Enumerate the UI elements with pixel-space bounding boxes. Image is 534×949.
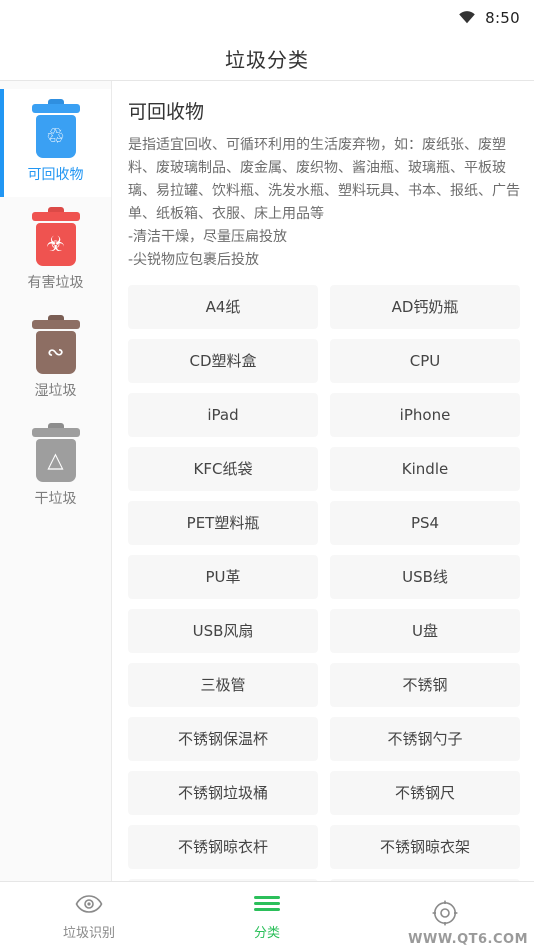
wet-waste-bin-icon: ∾ bbox=[28, 315, 84, 376]
list-item[interactable]: 不锈钢晾衣架 bbox=[330, 824, 520, 869]
status-bar: 8:50 bbox=[0, 0, 534, 36]
category-title: 可回收物 bbox=[128, 101, 205, 123]
category-description: 是指适宜回收、可循环利用的生活废弃物，如：废纸张、废塑料、废玻璃制品、废金属、废… bbox=[128, 137, 520, 269]
sidebar-item-label: 可回收物 bbox=[27, 167, 84, 183]
sidebar-item-label: 湿垃圾 bbox=[34, 383, 77, 399]
dry-waste-bin-icon: △ bbox=[28, 423, 84, 484]
hazard-bin-icon: ☣ bbox=[28, 207, 84, 268]
list-item[interactable]: 不锈钢保温杯 bbox=[128, 716, 318, 761]
sidebar-item-label: 有害垃圾 bbox=[27, 275, 84, 291]
list-item[interactable]: PU革 bbox=[128, 554, 318, 599]
page-title: 垃圾分类 bbox=[225, 47, 309, 72]
tab-garbage-recognition[interactable]: 垃圾识别 bbox=[0, 882, 178, 949]
list-item[interactable]: 不锈钢 bbox=[330, 662, 520, 707]
list-item[interactable]: PET塑料瓶 bbox=[128, 500, 318, 545]
list-item[interactable]: AD钙奶瓶 bbox=[330, 284, 520, 329]
list-item[interactable]: U盘 bbox=[330, 608, 520, 653]
sidebar-item-wet-waste[interactable]: ∾ 湿垃圾 bbox=[0, 305, 111, 413]
sidebar-item-recyclable[interactable]: ♲ 可回收物 bbox=[0, 89, 111, 197]
eye-icon bbox=[75, 891, 103, 917]
list-item[interactable]: CPU bbox=[330, 338, 520, 383]
list-item[interactable]: iPad bbox=[128, 392, 318, 437]
bottom-tab-bar: 垃圾识别 分类 WWW.QT6.COM bbox=[0, 881, 534, 949]
tab-label: 分类 bbox=[253, 925, 280, 941]
content-area: ♲ 可回收物 ☣ 有害垃圾 ∾ 湿垃圾 △ 干垃圾 可回收物 是指适宜回收、可循… bbox=[0, 81, 534, 881]
list-item[interactable]: iPhone bbox=[330, 392, 520, 437]
menu-icon bbox=[254, 891, 280, 917]
list-item[interactable]: 不锈钢垃圾桶 bbox=[128, 770, 318, 815]
status-bar-clock: 8:50 bbox=[485, 9, 520, 27]
tab-label: 垃圾识别 bbox=[62, 925, 115, 941]
app-title-bar: 垃圾分类 bbox=[0, 36, 534, 80]
sidebar-item-dry-waste[interactable]: △ 干垃圾 bbox=[0, 413, 111, 521]
recycle-bin-icon: ♲ bbox=[28, 99, 84, 160]
list-item[interactable]: A4纸 bbox=[128, 284, 318, 329]
list-item[interactable]: 不锈钢晾衣杆 bbox=[128, 824, 318, 869]
list-item[interactable]: 不锈钢尺 bbox=[330, 770, 520, 815]
watermark: WWW.QT6.COM bbox=[408, 932, 528, 947]
list-item[interactable]: Kindle bbox=[330, 446, 520, 491]
tab-classification[interactable]: 分类 bbox=[178, 882, 356, 949]
detail-pane: 可回收物 是指适宜回收、可循环利用的生活废弃物，如：废纸张、废塑料、废玻璃制品、… bbox=[112, 81, 534, 881]
sidebar-item-label: 干垃圾 bbox=[34, 491, 77, 507]
detail-scroll-area[interactable]: 可回收物 是指适宜回收、可循环利用的生活废弃物，如：废纸张、废塑料、废玻璃制品、… bbox=[112, 81, 534, 881]
category-sidebar: ♲ 可回收物 ☣ 有害垃圾 ∾ 湿垃圾 △ 干垃圾 bbox=[0, 81, 112, 881]
list-item[interactable]: 三极管 bbox=[128, 662, 318, 707]
list-item[interactable]: 不锈钢勺子 bbox=[330, 716, 520, 761]
app-screen: 8:50 垃圾分类 ♲ 可回收物 ☣ 有害垃圾 ∾ 湿垃圾 △ 干垃圾 可回收物… bbox=[0, 0, 534, 949]
wifi-icon bbox=[457, 9, 477, 28]
settings-gear-icon bbox=[432, 900, 458, 926]
list-item[interactable]: USB线 bbox=[330, 554, 520, 599]
waste-item-grid: A4纸 AD钙奶瓶 CD塑料盒 CPU iPad iPhone KFC纸袋 Ki… bbox=[128, 284, 520, 881]
list-item[interactable]: KFC纸袋 bbox=[128, 446, 318, 491]
sidebar-item-hazardous[interactable]: ☣ 有害垃圾 bbox=[0, 197, 111, 305]
list-item[interactable]: USB风扇 bbox=[128, 608, 318, 653]
list-item[interactable]: CD塑料盒 bbox=[128, 338, 318, 383]
list-item[interactable]: PS4 bbox=[330, 500, 520, 545]
